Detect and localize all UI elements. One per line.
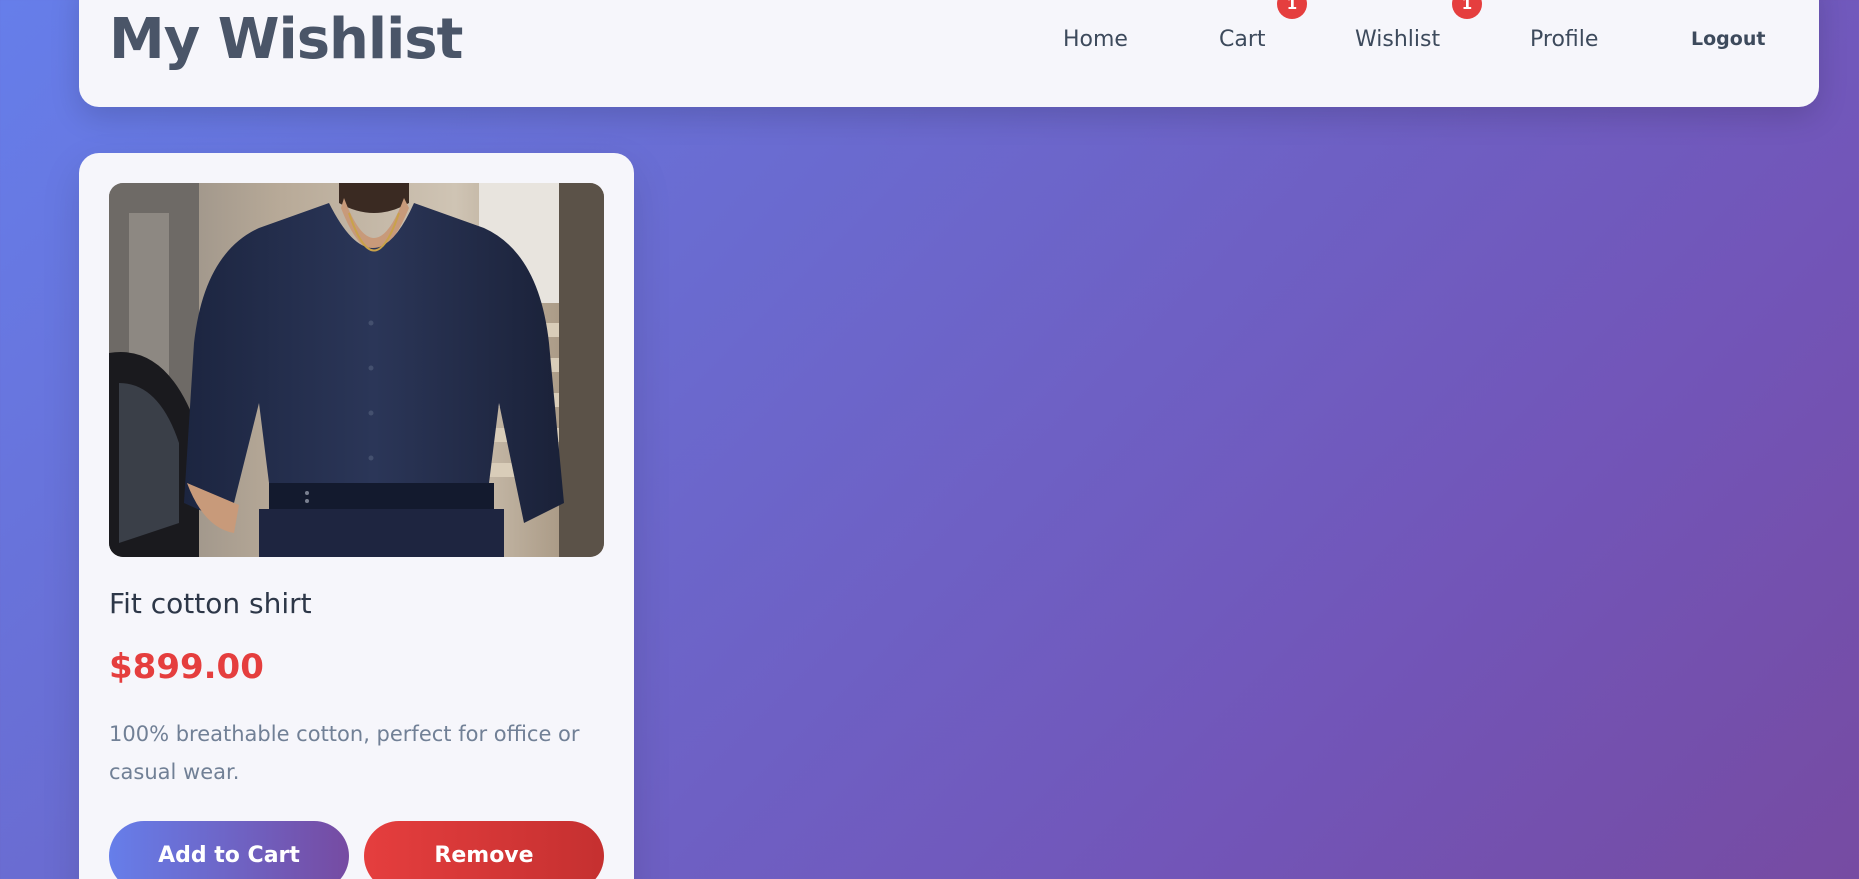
nav-wishlist-link[interactable]: Wishlist [1355, 0, 1440, 80]
navy-shirt-photo [109, 183, 604, 557]
nav-cart-link[interactable]: Cart [1219, 0, 1266, 80]
nav-logout-link[interactable]: Logout [1691, 0, 1765, 79]
wishlist-item-card: Fit cotton shirt $899.00 100% breathable… [79, 153, 634, 879]
product-image [109, 183, 604, 557]
nav-profile-link[interactable]: Profile [1530, 0, 1598, 80]
wishlist-count-badge: 1 [1452, 0, 1482, 19]
nav-home-link[interactable]: Home [1063, 0, 1128, 80]
product-description: 100% breathable cotton, perfect for offi… [109, 722, 580, 784]
product-name: Fit cotton shirt [109, 587, 312, 620]
add-to-cart-button[interactable]: Add to Cart [109, 821, 349, 879]
product-price: $899.00 [109, 647, 264, 687]
cart-count-badge: 1 [1277, 0, 1307, 19]
main-nav: Home Cart 1 Wishlist 1 Profile Logout [79, 0, 1819, 80]
top-navbar: My Wishlist Home Cart 1 Wishlist 1 Profi… [79, 0, 1819, 107]
remove-button[interactable]: Remove [364, 821, 604, 879]
